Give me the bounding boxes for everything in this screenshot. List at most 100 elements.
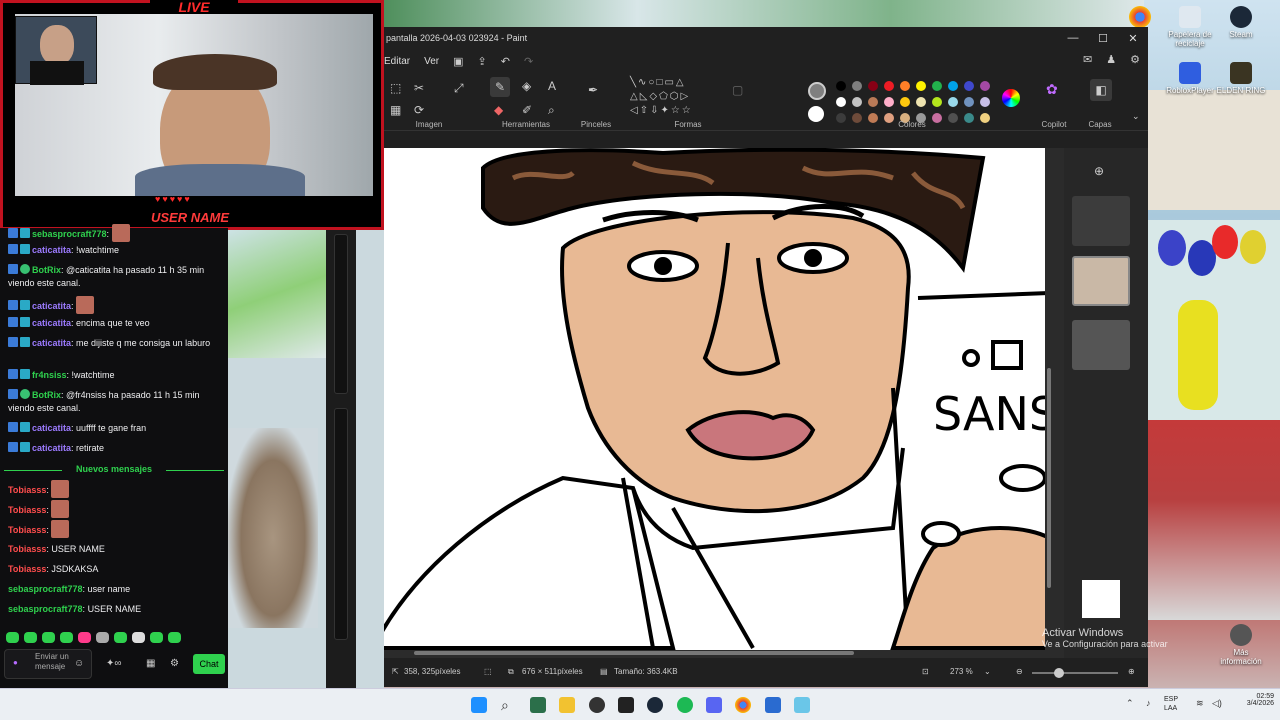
chrome-taskbar-icon[interactable] bbox=[735, 697, 751, 713]
chat-username[interactable]: caticatita bbox=[32, 318, 71, 328]
emote-icon[interactable] bbox=[168, 632, 181, 643]
zoom-slider-thumb[interactable] bbox=[1054, 668, 1064, 678]
chat-username[interactable]: caticatita bbox=[32, 443, 71, 453]
fill-icon[interactable]: ◈ bbox=[522, 79, 531, 93]
undo-icon[interactable]: ↶ bbox=[501, 55, 510, 68]
add-layer-icon[interactable]: ⊕ bbox=[1094, 164, 1104, 178]
layer-thumb-3[interactable] bbox=[1072, 320, 1130, 370]
layer-thumb-2[interactable] bbox=[1072, 256, 1130, 306]
chat-username[interactable]: Tobiasss bbox=[8, 564, 46, 574]
minimize-button[interactable]: — bbox=[1058, 27, 1088, 49]
palette-swatch[interactable] bbox=[948, 97, 958, 107]
search-icon[interactable]: ⌕ bbox=[501, 697, 517, 713]
outline-icon[interactable]: ▢ bbox=[732, 83, 743, 97]
chat-send-button[interactable]: Chat bbox=[193, 654, 225, 674]
palette-swatch[interactable] bbox=[884, 97, 894, 107]
palette-swatch[interactable] bbox=[868, 81, 878, 91]
palette-swatch[interactable] bbox=[932, 81, 942, 91]
zoom-dropdown-icon[interactable]: ⌄ bbox=[984, 667, 991, 676]
mic-tray-icon[interactable]: ♪ bbox=[1146, 698, 1151, 708]
horizontal-scrollbar[interactable] bbox=[394, 650, 1054, 656]
layers-icon[interactable]: ◧ bbox=[1090, 79, 1112, 101]
emote-icon[interactable] bbox=[114, 632, 127, 643]
chat-username[interactable]: sebasprocraft778 bbox=[8, 584, 83, 594]
spotify-icon[interactable] bbox=[677, 697, 693, 713]
shapes-row-2[interactable]: △◺◇⬠⬡▷ bbox=[630, 91, 690, 102]
crop-icon[interactable]: ✂ bbox=[414, 81, 424, 95]
gift-icon[interactable]: ▦ bbox=[146, 658, 155, 669]
palette-swatch[interactable] bbox=[932, 97, 942, 107]
layer-thumb-1[interactable] bbox=[1072, 196, 1130, 246]
select-icon[interactable]: ⬚ bbox=[390, 81, 401, 95]
image-tool-icon[interactable]: ▦ bbox=[390, 103, 401, 117]
shapes-row-3[interactable]: ◁⇧⇩✦☆☆ bbox=[630, 105, 693, 116]
palette-swatch[interactable] bbox=[916, 81, 926, 91]
eraser-icon[interactable]: ◆ bbox=[494, 103, 503, 117]
language-indicator[interactable]: ESP LAA bbox=[1164, 695, 1178, 713]
zoom-level[interactable]: 273 % bbox=[950, 667, 973, 676]
palette-swatch[interactable] bbox=[980, 81, 990, 91]
menu-ver[interactable]: Ver bbox=[424, 54, 439, 69]
chat-settings-icon[interactable]: ⚙ bbox=[170, 658, 179, 669]
steam-taskbar-icon[interactable] bbox=[647, 697, 663, 713]
file-explorer-icon[interactable] bbox=[559, 697, 575, 713]
palette-swatch[interactable] bbox=[948, 81, 958, 91]
shapes-row-1[interactable]: ╲∿○□▭△ bbox=[630, 77, 686, 88]
tray-chevron-icon[interactable]: ⌃ bbox=[1126, 698, 1134, 709]
clock[interactable]: 02:59 3/4/2026 bbox=[1247, 693, 1274, 707]
canvas-area[interactable]: SANS bbox=[384, 148, 1064, 658]
discord-icon[interactable] bbox=[706, 697, 722, 713]
recycle-bin-desktop-icon[interactable]: Papelera de reciclaje bbox=[1162, 6, 1218, 48]
mic-icon[interactable]: ● bbox=[13, 658, 18, 668]
emoji-icon[interactable]: ☺ bbox=[74, 658, 84, 669]
account-icon[interactable]: ♟ bbox=[1106, 53, 1116, 66]
chat-username[interactable]: BotRix bbox=[32, 390, 61, 400]
emote-icon[interactable] bbox=[132, 632, 145, 643]
chat-username[interactable]: Tobiasss bbox=[8, 485, 46, 495]
epic-games-icon[interactable] bbox=[618, 697, 634, 713]
fit-zoom-icon[interactable]: ⊡ bbox=[922, 667, 929, 676]
chat-username[interactable]: BotRix bbox=[32, 265, 61, 275]
emote-icon[interactable] bbox=[78, 632, 91, 643]
elden-ring-desktop-icon[interactable]: ELDEN RING bbox=[1213, 62, 1269, 95]
resize-icon[interactable]: ⤢ bbox=[454, 81, 464, 96]
xbox-icon[interactable] bbox=[530, 697, 546, 713]
emote-icon[interactable] bbox=[6, 632, 19, 643]
primary-color[interactable] bbox=[808, 82, 826, 100]
palette-swatch[interactable] bbox=[852, 81, 862, 91]
zoom-in-icon[interactable]: ⊕ bbox=[1128, 667, 1135, 676]
color-picker-icon[interactable]: ✐ bbox=[522, 103, 532, 117]
roblox-desktop-icon[interactable]: RobloxPlayer bbox=[1162, 62, 1218, 95]
rotate-icon[interactable]: ⟳ bbox=[414, 103, 424, 117]
palette-swatch[interactable] bbox=[884, 81, 894, 91]
more-info-desktop-icon[interactable]: Más información bbox=[1213, 624, 1269, 666]
palette-swatch[interactable] bbox=[836, 97, 846, 107]
ribbon-collapse-icon[interactable]: ⌄ bbox=[1132, 111, 1140, 122]
vertical-scrollbar[interactable] bbox=[1045, 148, 1053, 658]
chat-username[interactable]: Tobiasss bbox=[8, 505, 46, 515]
emote-icon[interactable] bbox=[96, 632, 109, 643]
magnifier-icon[interactable]: ⌕ bbox=[548, 103, 555, 118]
save-icon[interactable]: ▣ bbox=[453, 55, 463, 68]
chat-username[interactable]: caticatita bbox=[32, 301, 71, 311]
drawing-canvas[interactable]: SANS bbox=[384, 148, 1049, 650]
copilot-icon[interactable]: ✿ bbox=[1046, 81, 1058, 98]
share-icon[interactable]: ⇪ bbox=[478, 55, 487, 68]
steam-desktop-icon[interactable]: Steam bbox=[1213, 6, 1269, 39]
menu-editar[interactable]: Editar bbox=[384, 54, 410, 69]
chat-username[interactable]: sebasprocraft778 bbox=[8, 604, 83, 614]
obs-icon[interactable] bbox=[589, 697, 605, 713]
close-button[interactable]: ✕ bbox=[1118, 27, 1148, 49]
redo-icon[interactable]: ↷ bbox=[524, 55, 533, 68]
chat-username[interactable]: fr4nsiss bbox=[32, 370, 67, 380]
zoom-slider[interactable] bbox=[1032, 668, 1118, 678]
horizontal-scroll-thumb[interactable] bbox=[414, 651, 854, 655]
chat-username[interactable]: Tobiasss bbox=[8, 525, 46, 535]
text-icon[interactable]: A bbox=[548, 79, 556, 93]
edit-colors-icon[interactable] bbox=[1002, 89, 1020, 107]
commands-icon[interactable]: ✦∞ bbox=[106, 658, 122, 669]
palette-swatch[interactable] bbox=[916, 97, 926, 107]
maximize-button[interactable]: ☐ bbox=[1088, 27, 1118, 49]
photos-icon[interactable] bbox=[765, 697, 781, 713]
emote-icon[interactable] bbox=[42, 632, 55, 643]
